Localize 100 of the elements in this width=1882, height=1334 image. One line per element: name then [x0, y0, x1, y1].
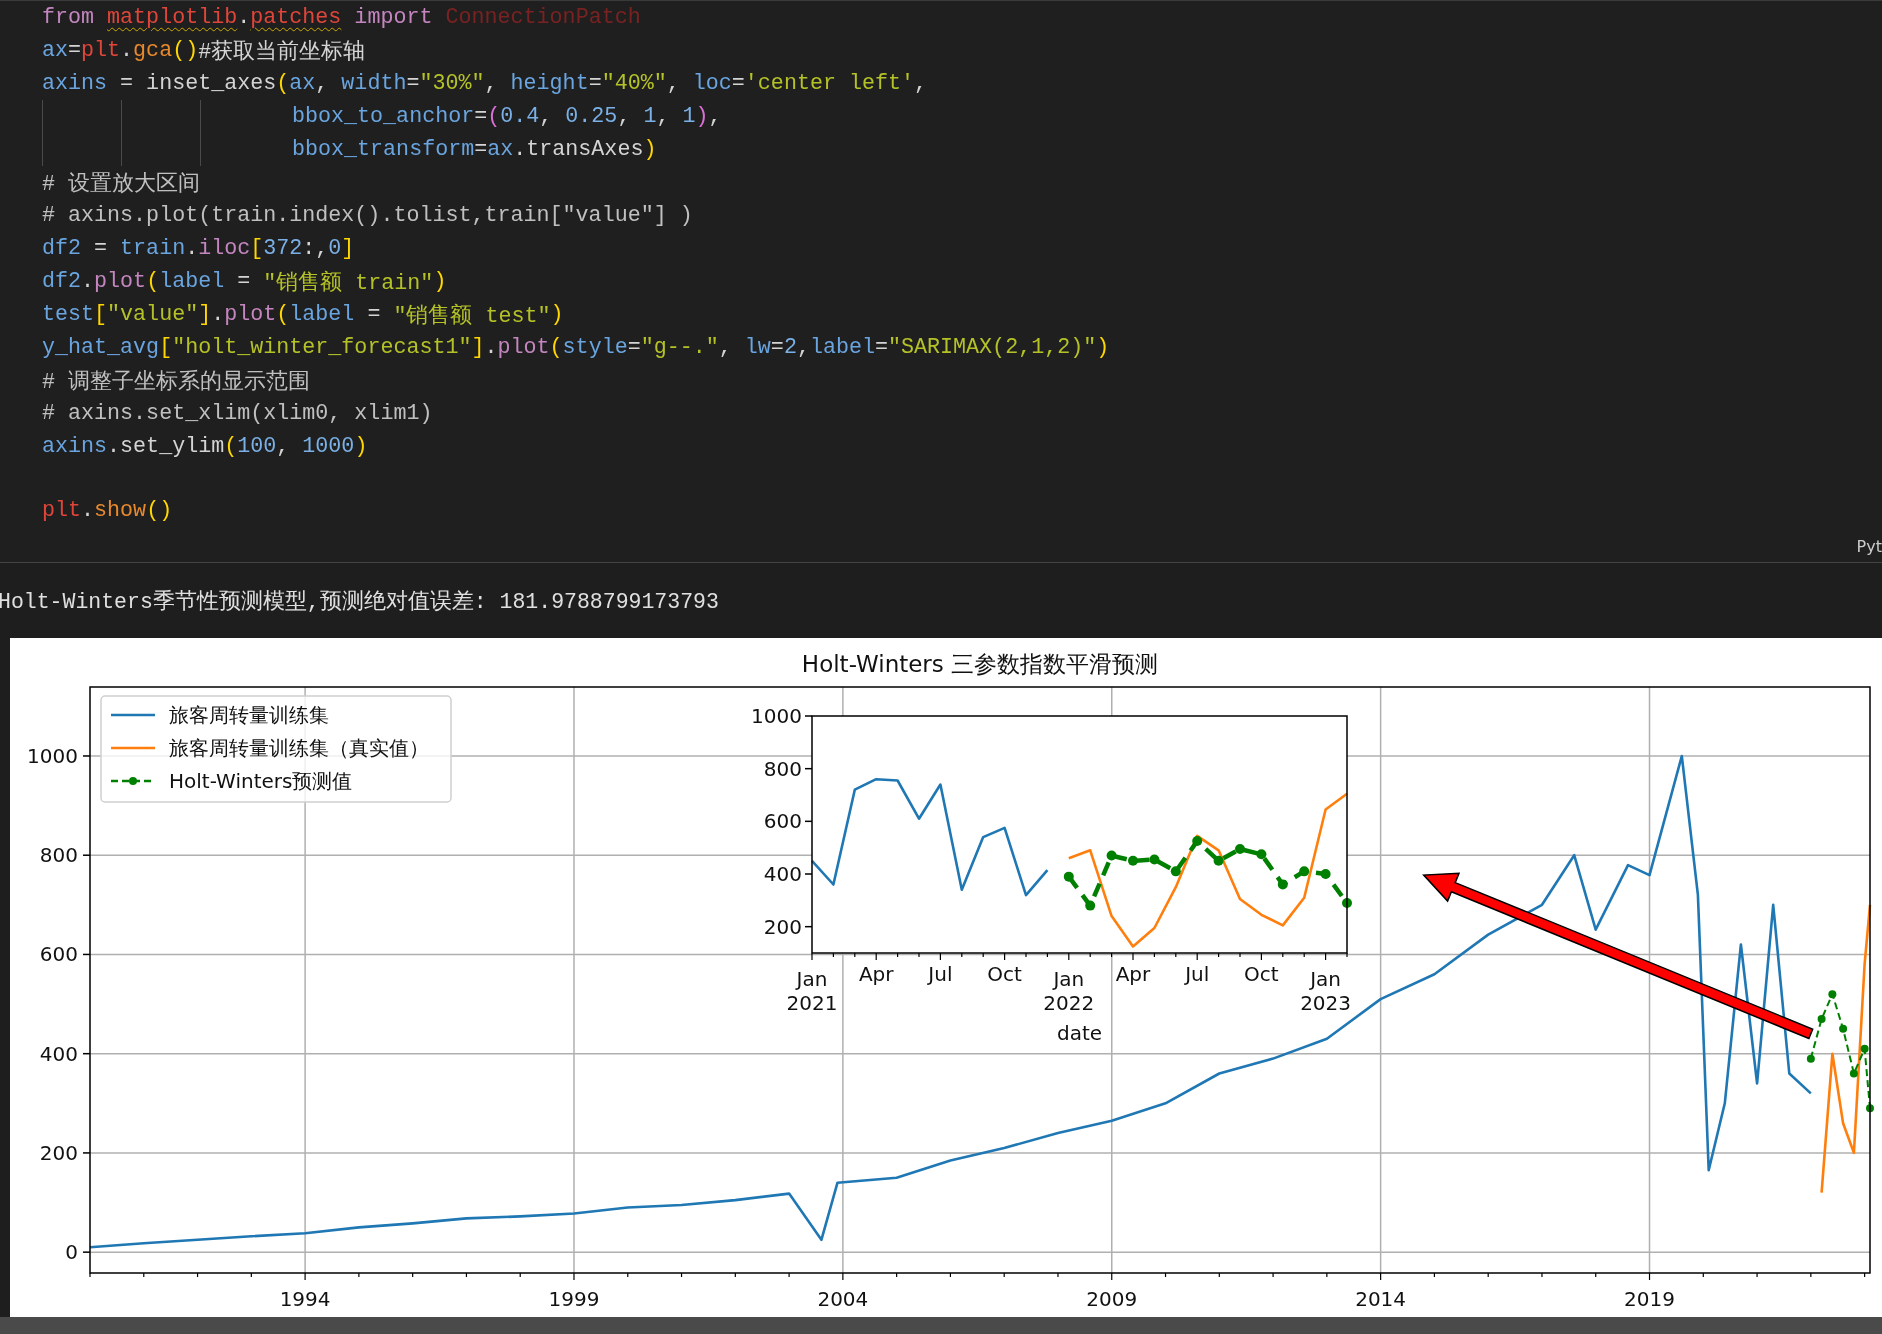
tick-mark	[804, 873, 813, 875]
tick-mark	[804, 820, 813, 823]
data-point	[1085, 900, 1096, 911]
code-line: # axins.plot(train.index().tolist,train["value"] )	[42, 202, 693, 230]
tick-mark	[82, 1052, 91, 1055]
data-point	[1860, 1044, 1869, 1053]
tick-mark	[196, 1272, 199, 1278]
tick-mark	[897, 952, 899, 958]
tick-label: 1999	[548, 1287, 600, 1311]
tick-label: 2004	[817, 1287, 869, 1311]
tick-mark	[412, 1272, 414, 1278]
data-point	[1849, 1069, 1858, 1078]
tick-label: Apr	[1115, 962, 1151, 986]
tick-mark	[734, 1272, 736, 1278]
tick-mark	[465, 1272, 468, 1278]
code-line: axins = inset_axes(ax, width="30%", height="40%", loc='center left',	[42, 70, 928, 98]
code-line: ax=plt.gca()#获取当前坐标轴	[42, 37, 366, 67]
code-line: from matplotlib.patches import ConnectionPatch	[42, 4, 641, 32]
data-point	[1170, 866, 1181, 877]
tick-label: 2019	[1624, 1287, 1675, 1311]
data-point	[1106, 850, 1117, 861]
tick-mark	[89, 1272, 91, 1278]
tick-mark	[82, 854, 91, 856]
axis-label: date	[1056, 1021, 1103, 1045]
tick-mark	[1595, 1272, 1597, 1278]
data-point	[1839, 1024, 1848, 1033]
tick-mark	[918, 952, 920, 958]
tick-mark	[788, 1272, 790, 1278]
tick-mark	[982, 952, 984, 958]
tick-label: 1000	[751, 704, 802, 728]
tick-mark	[1153, 952, 1155, 958]
data-point	[1256, 849, 1267, 860]
data-point	[1342, 897, 1352, 908]
data-point	[1149, 854, 1160, 865]
tick-mark	[1175, 952, 1177, 958]
data-point	[1063, 871, 1074, 882]
tick-label: Oct	[987, 962, 1022, 986]
code-line: # axins.set_xlim(xlim0, xlim1)	[42, 400, 433, 428]
tick-mark	[82, 755, 91, 757]
data-point	[1192, 836, 1203, 847]
code-line: y_hat_avg["holt_winter_forecast1"].plot(style="g--.", lw=2,label="SARIMAX(2,1,2)")	[42, 334, 1110, 362]
tick-mark	[1702, 1272, 1704, 1278]
tick-mark	[804, 767, 813, 770]
tick-mark	[1111, 952, 1113, 958]
tick-mark	[1303, 952, 1305, 958]
data-point	[1277, 879, 1288, 890]
tick-mark	[1068, 952, 1070, 961]
tick-mark	[1325, 952, 1327, 961]
tick-mark	[1380, 1272, 1382, 1281]
tick-mark	[1272, 1272, 1274, 1278]
tick-mark	[1004, 952, 1006, 961]
tick-label: Jan 2021	[786, 967, 838, 1015]
tick-label: Jul	[1185, 962, 1210, 986]
tick-label: 200	[763, 914, 802, 939]
tick-mark	[875, 952, 877, 961]
tick-label: 2009	[1086, 1287, 1138, 1311]
tick-mark	[1433, 1272, 1435, 1278]
tick-label: Jan 2023	[1300, 967, 1352, 1015]
tick-label: 1000	[27, 743, 78, 768]
tick-mark	[1003, 1272, 1005, 1278]
tick-mark	[573, 1272, 575, 1281]
code-line: test["value"].plot(label = "销售额 test")	[42, 301, 564, 331]
tick-mark	[1046, 952, 1048, 958]
tick-mark	[1346, 952, 1348, 958]
code-line: # 调整子坐标系的显示范围	[42, 368, 311, 397]
tick-mark	[949, 1272, 951, 1278]
tick-mark	[1864, 1272, 1866, 1278]
tick-label: 600	[39, 942, 78, 967]
tick-mark	[1132, 952, 1134, 961]
legend-swatch-icon	[111, 713, 155, 717]
legend-label: Holt-Winters预测值	[169, 769, 353, 793]
language-label[interactable]: Pyt	[1856, 537, 1882, 556]
tick-mark	[1057, 1272, 1059, 1278]
tick-mark	[842, 1272, 844, 1281]
data-point	[1128, 855, 1138, 866]
tick-mark	[82, 953, 91, 956]
data-point	[1235, 844, 1245, 854]
tick-mark	[519, 1272, 521, 1278]
tick-mark	[1218, 1272, 1220, 1278]
tick-mark	[1239, 952, 1241, 958]
tick-mark	[1196, 952, 1198, 961]
tick-mark	[82, 1251, 91, 1253]
data-point	[1299, 866, 1310, 877]
tick-mark	[1025, 952, 1027, 958]
tick-mark	[627, 1272, 629, 1278]
tick-mark	[82, 1152, 91, 1154]
tick-mark	[304, 1272, 306, 1281]
tick-mark	[961, 952, 963, 958]
tick-mark	[832, 952, 834, 958]
tick-mark	[1164, 1272, 1167, 1278]
tick-mark	[1756, 1272, 1758, 1278]
code-line: # 设置放大区间	[42, 171, 201, 199]
tick-label: 800	[39, 843, 78, 868]
tick-mark	[1111, 1272, 1113, 1281]
tick-mark	[1541, 1272, 1543, 1278]
tick-mark	[1487, 1272, 1489, 1278]
tick-mark	[1282, 952, 1284, 958]
tick-label: Oct	[1244, 962, 1279, 986]
tick-label: 400	[763, 862, 802, 886]
tick-label: Jul	[928, 962, 953, 986]
